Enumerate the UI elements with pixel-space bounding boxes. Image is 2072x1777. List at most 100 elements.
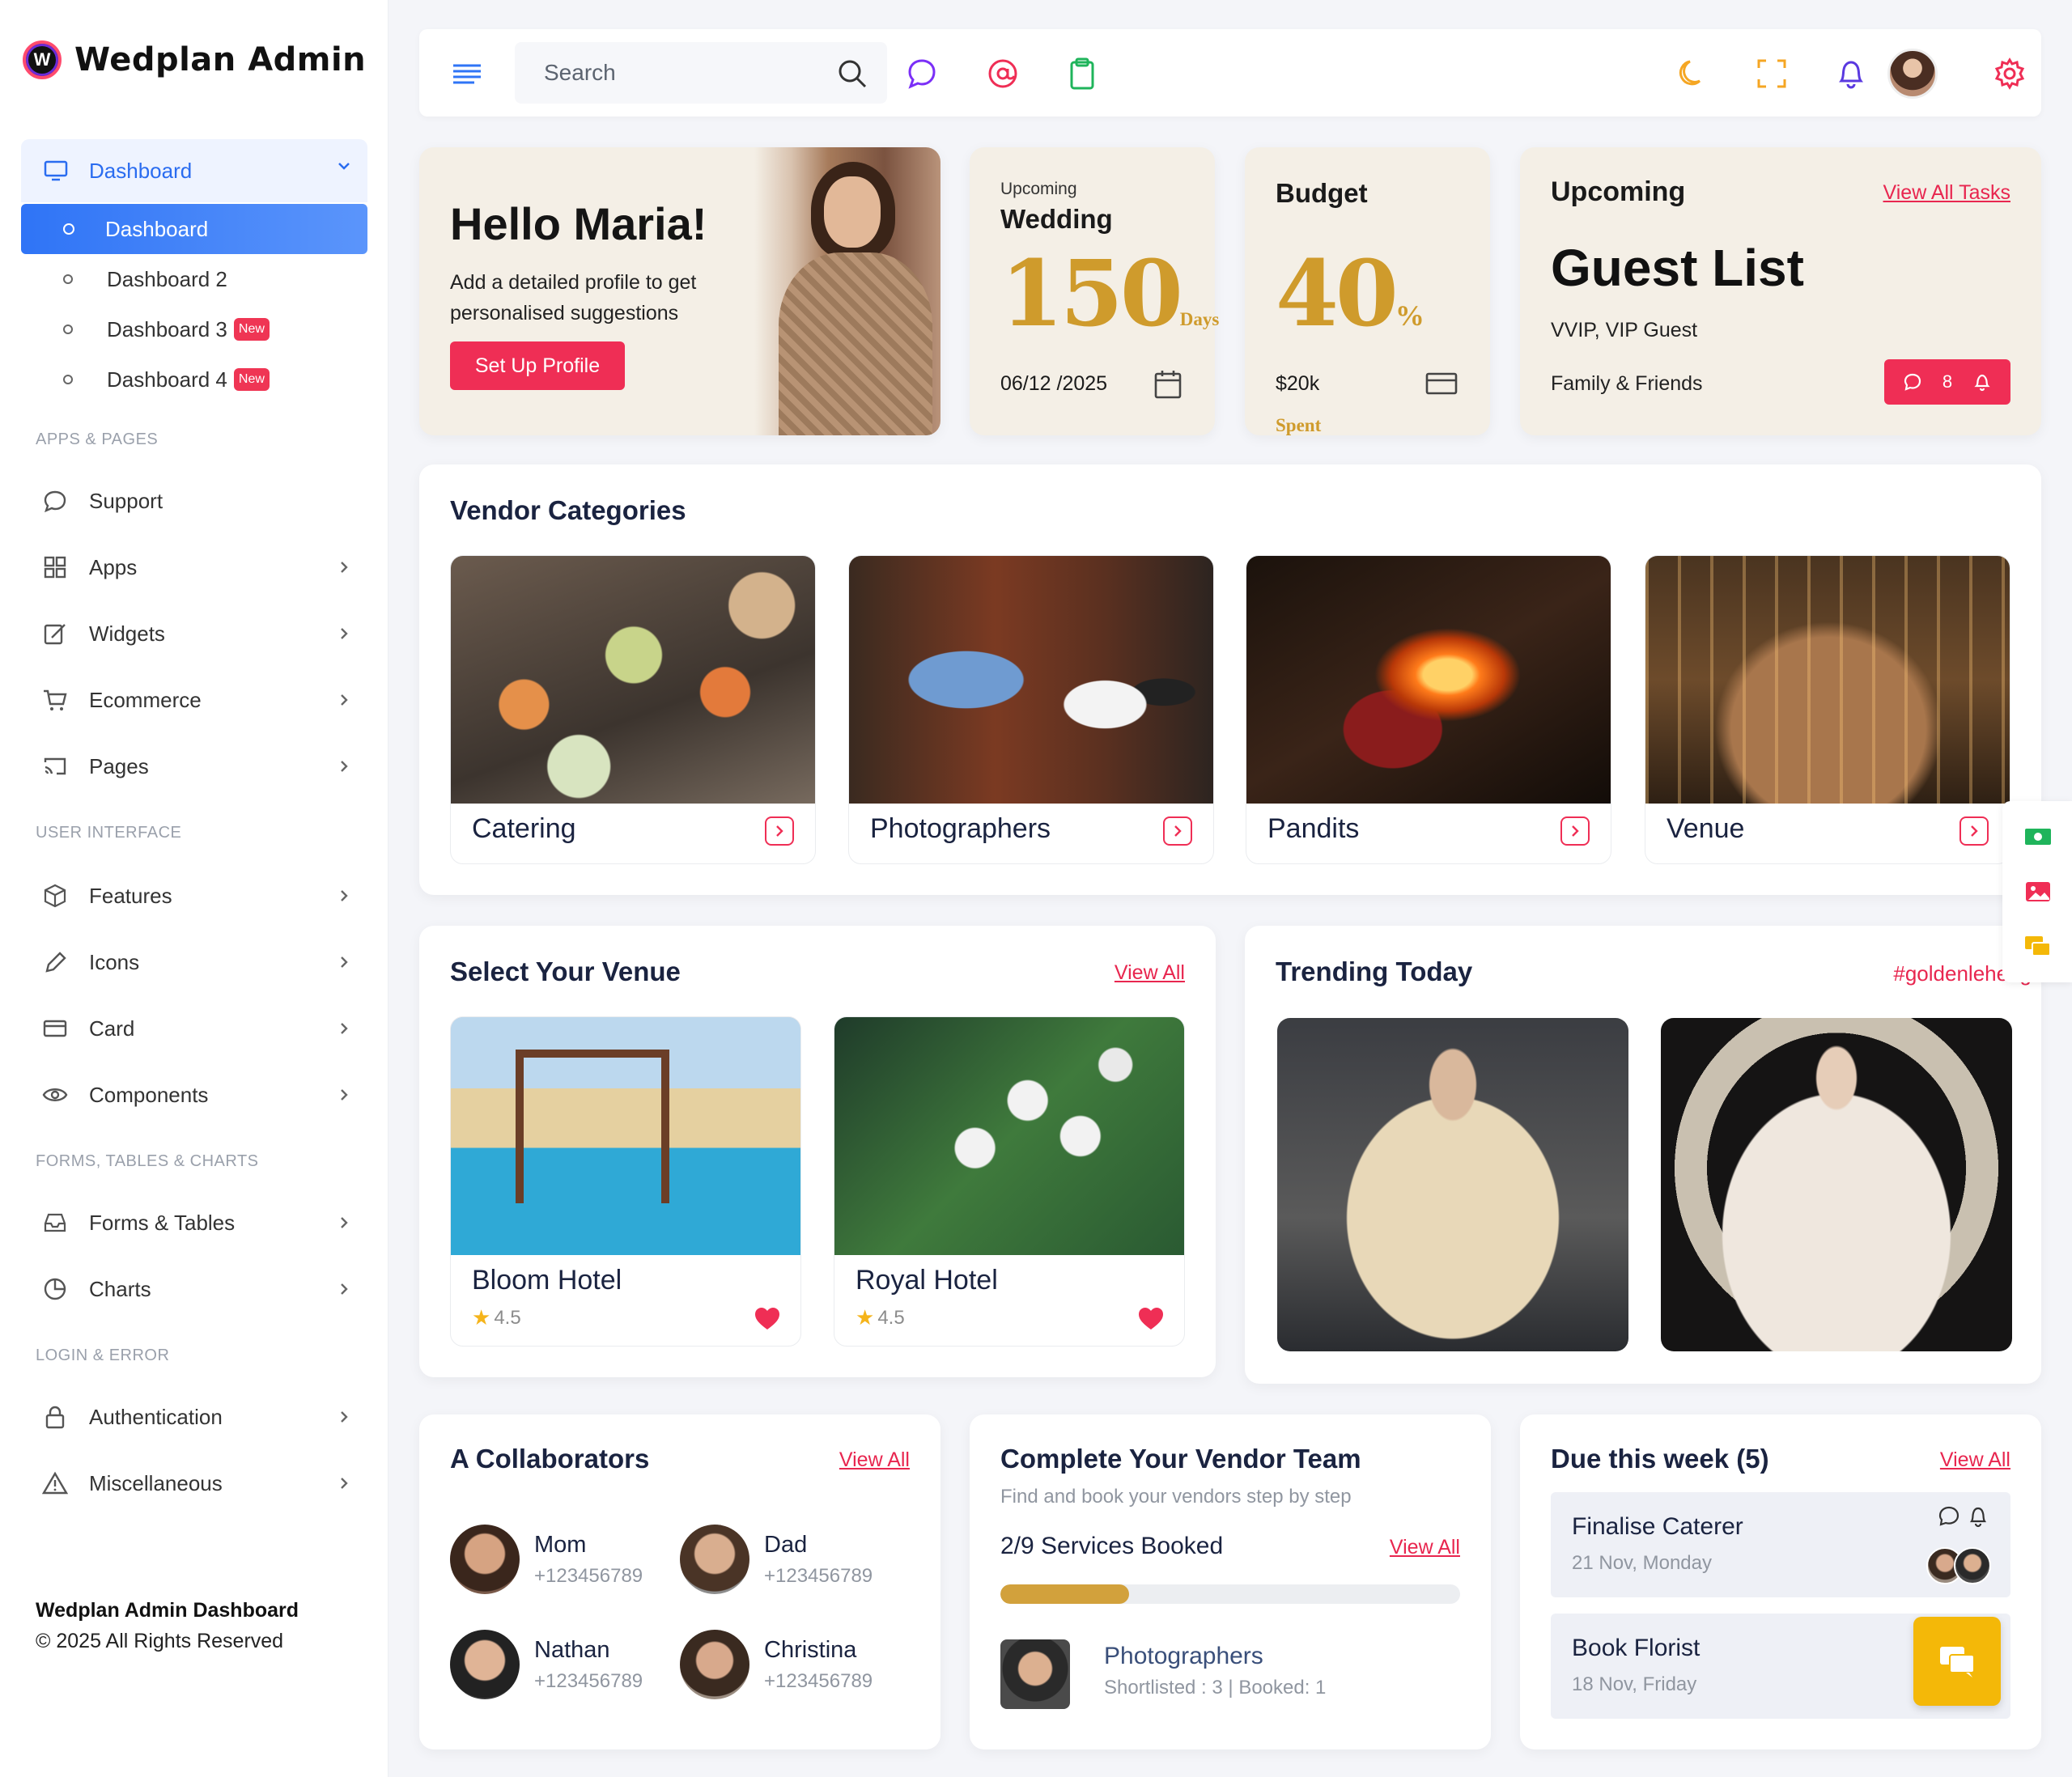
hotel-card-bloom[interactable]: Bloom Hotel ★ 4.5	[450, 1016, 801, 1347]
chevron-right-icon	[341, 562, 348, 573]
collaborator-nathan[interactable]: Nathan +123456789	[450, 1630, 643, 1699]
submenu-label: Dashboard	[105, 216, 209, 241]
clipboard-icon[interactable]	[1065, 57, 1099, 91]
task-date: 18 Nov, Friday	[1572, 1673, 1697, 1695]
sidebar-item-components[interactable]: Components	[21, 1067, 367, 1123]
search-input[interactable]	[515, 42, 790, 104]
chat-icon[interactable]	[1938, 1505, 1960, 1528]
sidebar-item-widgets[interactable]: Widgets	[21, 605, 367, 662]
sidebar-item-label: Authentication	[89, 1404, 223, 1429]
heart-icon[interactable]	[754, 1307, 781, 1331]
select-venue-card: Select Your Venue View All Bloom Hotel ★…	[419, 926, 1216, 1377]
collaborator-name: Mom	[534, 1531, 587, 1558]
sidebar-item-miscellaneous[interactable]: Miscellaneous	[21, 1455, 367, 1512]
menu-icon[interactable]	[452, 61, 482, 86]
submenu-dashboard-4[interactable]: Dashboard 4 New	[21, 354, 367, 405]
arrow-right-icon[interactable]	[1560, 816, 1590, 846]
trending-photo-lehenga[interactable]	[1277, 1018, 1628, 1351]
hotel-card-royal[interactable]: Royal Hotel ★ 4.5	[834, 1016, 1185, 1347]
view-all-collaborators-link[interactable]: View All	[839, 1448, 910, 1472]
hotel-rating: ★ 4.5	[472, 1305, 521, 1330]
vendor-card-photographers[interactable]: Photographers	[848, 555, 1214, 864]
due-title: Due this week (5)	[1551, 1444, 1769, 1474]
section-label-login: LOGIN & ERROR	[36, 1347, 170, 1364]
view-all-venues-link[interactable]: View All	[1115, 961, 1185, 985]
collaborator-christina[interactable]: Christina +123456789	[680, 1630, 873, 1699]
sidebar-item-support[interactable]: Support	[21, 473, 367, 529]
chevron-right-icon	[341, 890, 348, 901]
collaborator-mom[interactable]: Mom +123456789	[450, 1525, 643, 1594]
footer-copyright: © 2025 All Rights Reserved	[36, 1630, 284, 1652]
eye-icon	[42, 1088, 68, 1101]
days-unit: Days	[1179, 309, 1220, 329]
trending-photo-gown[interactable]	[1661, 1018, 2012, 1351]
task-item[interactable]: Finalise Caterer 21 Nov, Monday	[1551, 1492, 2010, 1597]
collaborator-dad[interactable]: Dad +123456789	[680, 1525, 873, 1594]
fullscreen-icon[interactable]	[1755, 57, 1789, 91]
submenu-dashboard[interactable]: Dashboard	[21, 204, 367, 254]
cart-icon	[44, 689, 67, 710]
sidebar-item-apps[interactable]: Apps	[21, 539, 367, 596]
vendor-team-title: Complete Your Vendor Team	[1000, 1444, 1361, 1474]
guest-actions-pill[interactable]: 8	[1884, 359, 2010, 405]
sidebar-item-pages[interactable]: Pages	[21, 738, 367, 795]
vendor-label: Venue	[1667, 813, 1745, 844]
sidebar-item-dashboard[interactable]: Dashboard	[21, 139, 367, 202]
star-icon: ★	[472, 1305, 491, 1330]
chat-icon[interactable]	[905, 57, 939, 91]
chevron-right-icon	[341, 761, 348, 772]
budget-percent: 40% Spent	[1276, 241, 1490, 453]
vendor-category-stats: Shortlisted : 3 | Booked: 1	[1104, 1677, 1327, 1699]
user-avatar[interactable]	[1887, 49, 1938, 99]
collaborators-card: A Collaborators View All Mom +123456789 D…	[419, 1414, 940, 1749]
warning-icon	[42, 1471, 68, 1495]
sidebar-item-card[interactable]: Card	[21, 1000, 367, 1057]
pandits-photo	[1246, 556, 1611, 804]
view-all-due-link[interactable]: View All	[1940, 1448, 2010, 1472]
bell-icon[interactable]	[1834, 57, 1868, 91]
vendor-card-venue[interactable]: Venue	[1645, 555, 2010, 864]
arrow-right-icon[interactable]	[1163, 816, 1192, 846]
collaborator-phone: +123456789	[534, 1564, 643, 1587]
vendor-category-name[interactable]: Photographers	[1104, 1643, 1263, 1670]
image-icon[interactable]	[2020, 874, 2056, 910]
submenu-dashboard-2[interactable]: Dashboard 2	[21, 254, 367, 304]
moon-icon[interactable]	[1675, 57, 1709, 91]
cash-icon[interactable]	[2020, 819, 2056, 855]
sidebar-item-ecommerce[interactable]: Ecommerce	[21, 672, 367, 728]
setup-profile-button[interactable]: Set Up Profile	[450, 341, 625, 390]
vendor-card-catering[interactable]: Catering	[450, 555, 816, 864]
heart-icon[interactable]	[1137, 1307, 1165, 1331]
guest-category-family: Family & Friends	[1551, 372, 1703, 395]
view-all-tasks-link[interactable]: View All Tasks	[1883, 181, 2010, 205]
chevron-right-icon	[341, 1478, 348, 1489]
calendar-icon[interactable]	[1153, 369, 1182, 400]
sidebar-item-features[interactable]: Features	[21, 867, 367, 924]
sidebar-item-authentication[interactable]: Authentication	[21, 1389, 367, 1445]
sidebar-item-charts[interactable]: Charts	[21, 1261, 367, 1317]
view-all-services-link[interactable]: View All	[1390, 1536, 1460, 1559]
vendor-card-pandits[interactable]: Pandits	[1246, 555, 1611, 864]
credit-card-icon[interactable]	[1425, 369, 1458, 398]
arrow-right-icon[interactable]	[765, 816, 794, 846]
new-badge: New	[233, 318, 270, 341]
at-sign-icon[interactable]	[986, 57, 1020, 91]
grid-icon	[44, 556, 66, 579]
bullet-icon	[63, 274, 73, 284]
brand[interactable]: W Wedplan Admin	[23, 37, 366, 83]
pie-chart-icon	[44, 1278, 66, 1300]
bullet-icon	[63, 375, 73, 384]
sidebar-item-icons[interactable]: Icons	[21, 934, 367, 990]
chat-fab-button[interactable]	[1913, 1617, 2001, 1706]
bell-icon[interactable]	[1967, 1505, 1989, 1528]
chat-bubbles-icon[interactable]	[2020, 929, 2056, 965]
search-icon[interactable]	[837, 58, 868, 89]
cast-icon	[44, 757, 66, 775]
task-name: Book Florist	[1572, 1635, 1700, 1661]
bell-icon[interactable]	[1972, 372, 1992, 392]
gear-icon[interactable]	[1993, 57, 2027, 91]
sidebar-item-forms-tables[interactable]: Forms & Tables	[21, 1194, 367, 1251]
chat-icon[interactable]	[1903, 372, 1922, 392]
arrow-right-icon[interactable]	[1959, 816, 1989, 846]
submenu-dashboard-3[interactable]: Dashboard 3 New	[21, 304, 367, 354]
